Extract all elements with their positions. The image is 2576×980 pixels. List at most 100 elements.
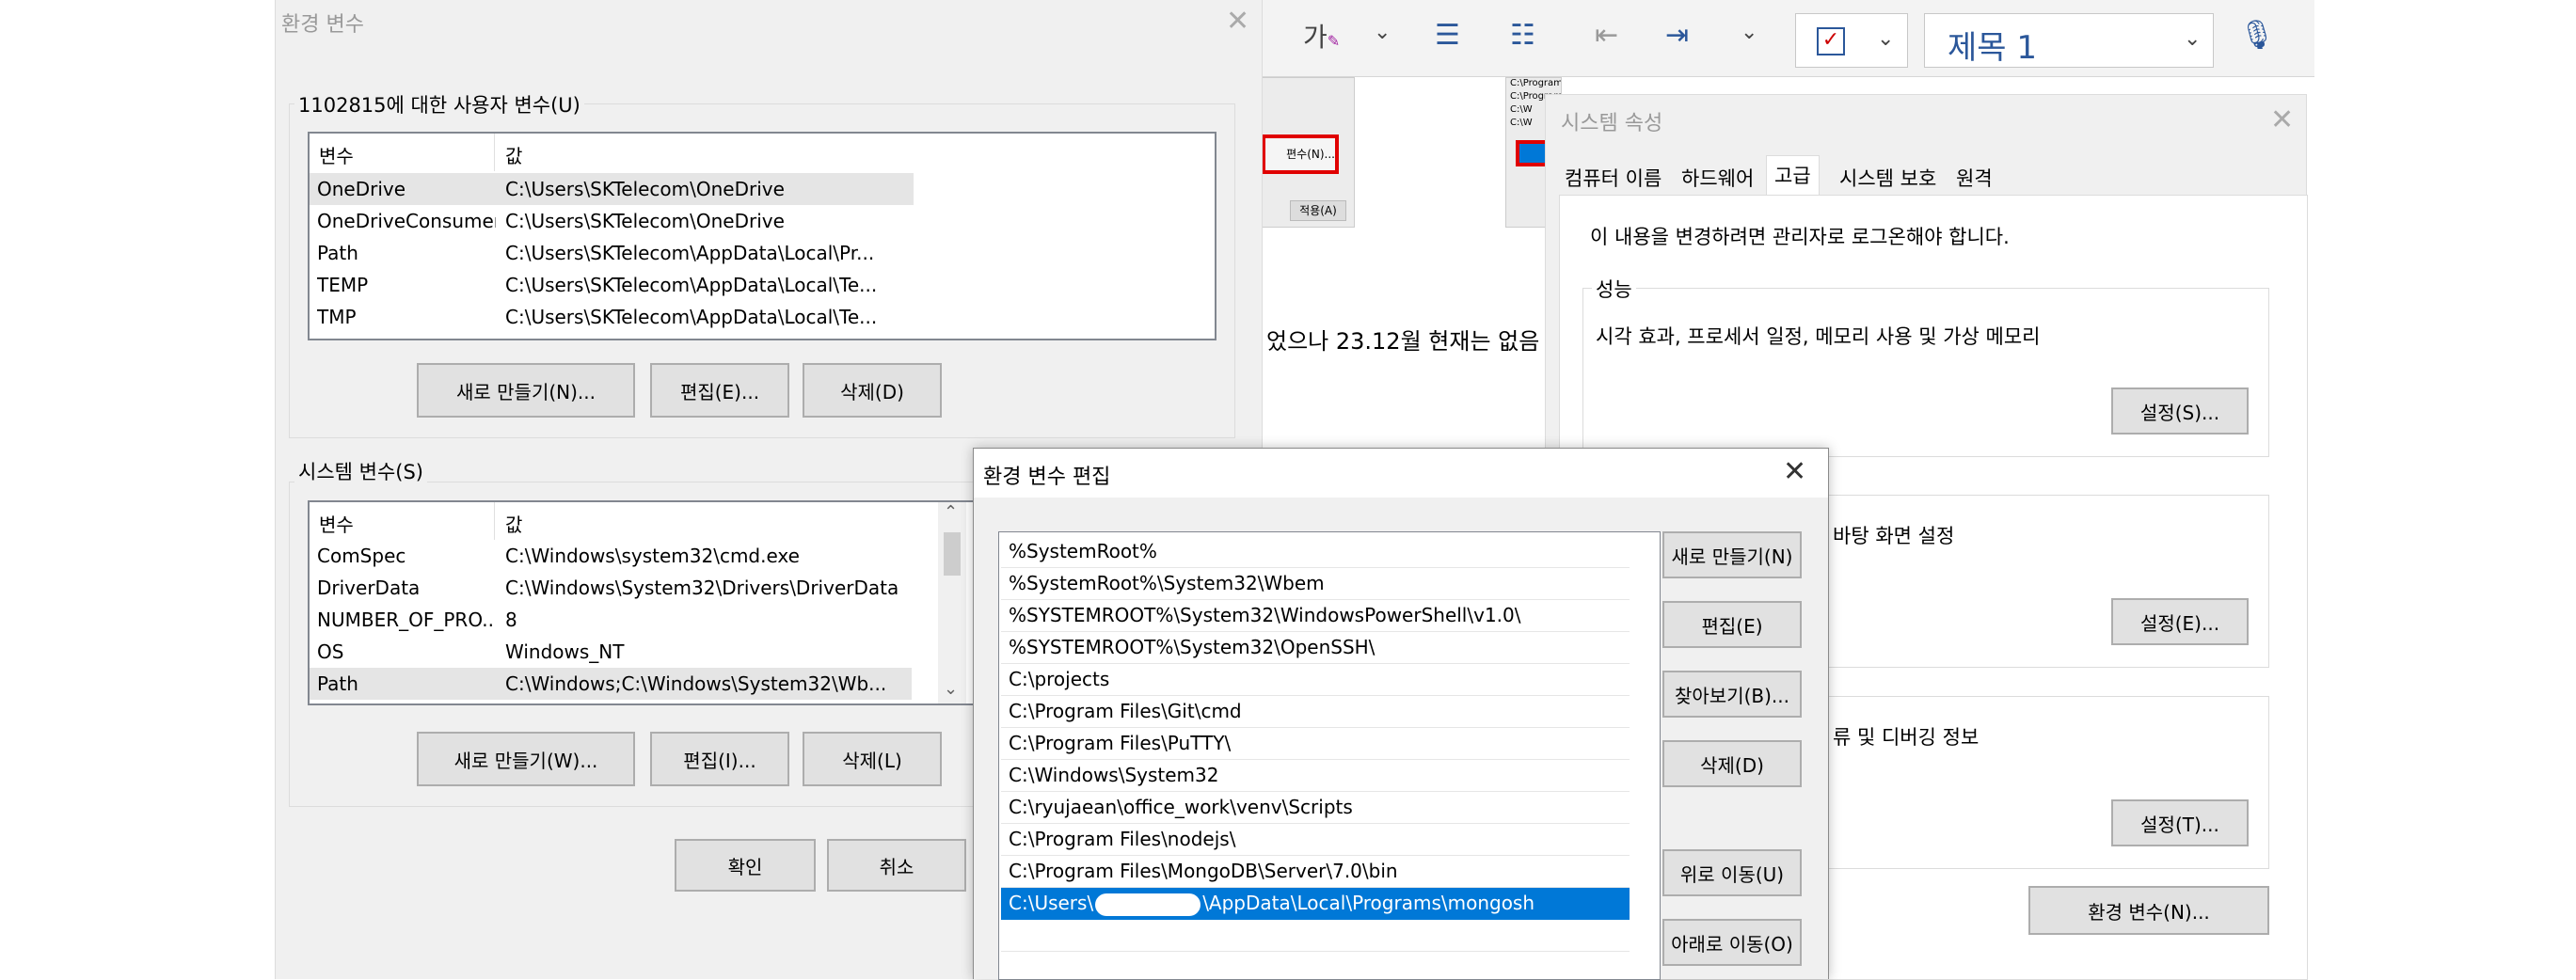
var-name: DriverData — [317, 577, 421, 599]
button-label: 편집(E) — [1701, 614, 1763, 638]
list-item-selected[interactable]: C:\Users\ \AppData\Local\Programs\mongosh — [1001, 888, 1630, 920]
edit-path-button[interactable]: 편집(E) — [1662, 601, 1802, 648]
list-item[interactable] — [1001, 952, 1630, 979]
chevron-down-icon: ⌄ — [1877, 27, 1895, 51]
list-item[interactable]: C:\Program Files\PuTTY\ — [1001, 728, 1630, 760]
button-label: 찾아보기(B)... — [1675, 684, 1789, 707]
path-text: %SystemRoot% — [1009, 540, 1157, 562]
chevron-down-icon: ⌄ — [2184, 27, 2202, 51]
var-value: C:\Windows\System32\Drivers\DriverData — [505, 577, 899, 599]
chevron-down-icon[interactable]: ⌄ — [1741, 21, 1757, 44]
table-row[interactable]: OneDriveConsumer C:\Users\SKTelecom\OneD… — [310, 205, 1215, 237]
vertical-scrollbar[interactable]: ⌃ ⌄ — [938, 502, 966, 703]
system-new-button[interactable]: 새로 만들기(W)... — [417, 732, 635, 786]
var-name: TMP — [317, 306, 357, 328]
tab-remote[interactable]: 원격 — [1948, 159, 2000, 195]
doc-thumbnail-left: 편수(N)... 적용(A) — [1261, 77, 1355, 228]
close-icon[interactable]: ✕ — [2270, 106, 2294, 134]
button-label: 새로 만들기(N)... — [456, 380, 596, 403]
user-variables-list[interactable]: 변수 값 OneDrive C:\Users\SKTelecom\OneDriv… — [308, 132, 1216, 340]
path-list[interactable]: %SystemRoot% %SystemRoot%\System32\Wbem … — [998, 531, 1661, 980]
dialog-title: 시스템 속성 — [1561, 112, 1663, 135]
numbered-list-icon[interactable]: ☷ — [1510, 19, 1535, 52]
system-delete-button[interactable]: 삭제(L) — [803, 732, 942, 786]
startup-settings-button[interactable]: 설정(T)... — [2111, 799, 2249, 846]
scroll-up-icon[interactable]: ⌃ — [944, 502, 958, 522]
admin-note: 이 내용을 변경하려면 관리자로 로그온해야 합니다. — [1590, 226, 2010, 248]
table-row[interactable]: Path C:\Windows;C:\Windows\System32\Wb..… — [310, 668, 912, 700]
checkbox-style-box[interactable]: ✓ ⌄ — [1795, 13, 1908, 68]
button-label: 설정(S)... — [2139, 401, 2220, 424]
path-text: C:\projects — [1009, 668, 1110, 690]
column-header-value[interactable]: 값 — [505, 141, 522, 168]
thumb-btn2-text: 적용(A) — [1299, 204, 1337, 217]
button-label: 설정(T)... — [2140, 813, 2219, 836]
var-value: C:\Users\SKTelecom\OneDrive — [505, 210, 785, 232]
path-text: C:\Windows\System32 — [1009, 764, 1219, 786]
profile-settings-button[interactable]: 설정(E)... — [2111, 598, 2249, 645]
list-item[interactable] — [1001, 920, 1630, 952]
close-icon[interactable]: ✕ — [1226, 8, 1249, 36]
var-name: OneDrive — [317, 178, 406, 200]
table-row[interactable]: OneDrive C:\Users\SKTelecom\OneDrive — [310, 173, 914, 205]
microphone-icon[interactable]: 🎙 — [2239, 19, 2275, 52]
increase-indent-icon[interactable]: ⇥ — [1665, 19, 1689, 52]
list-item[interactable]: C:\Windows\System32 — [1001, 760, 1630, 792]
table-row[interactable]: TMP C:\Users\SKTelecom\AppData\Local\Te.… — [310, 301, 1215, 333]
browse-path-button[interactable]: 찾아보기(B)... — [1662, 671, 1802, 718]
edit-environment-variable-dialog: 환경 변수 편집 ✕ %SystemRoot% %SystemRoot%\Sys… — [973, 448, 1829, 980]
list-item[interactable]: %SystemRoot% — [1001, 536, 1630, 568]
style-selector[interactable]: 제목 1 ⌄ — [1924, 13, 2214, 68]
column-header-variable[interactable]: 변수 — [319, 141, 354, 168]
bullet-list-icon[interactable]: ☰ — [1435, 19, 1460, 52]
close-icon[interactable]: ✕ — [1783, 458, 1806, 486]
button-label: 편집(I)... — [683, 749, 756, 772]
redacted-username — [1095, 893, 1201, 916]
word-ribbon: 가✎ ⌄ ☰ ☷ ⇤ ⇥ ⌄ ✓ ⌄ 제목 1 ⌄ 🎙 — [1261, 0, 2314, 77]
list-item[interactable]: %SYSTEMROOT%\System32\OpenSSH\ — [1001, 632, 1630, 664]
tab-label: 시스템 보호 — [1839, 167, 1937, 190]
profile-desc: 바탕 화면 설정 — [1833, 525, 1955, 547]
user-delete-button[interactable]: 삭제(D) — [803, 363, 942, 418]
user-new-button[interactable]: 새로 만들기(N)... — [417, 363, 635, 418]
character-shading-icon[interactable]: 가✎ — [1303, 17, 1340, 55]
ok-button[interactable]: 확인 — [675, 839, 816, 892]
scroll-down-icon[interactable]: ⌄ — [944, 679, 958, 699]
list-item[interactable]: C:\projects — [1001, 664, 1630, 696]
list-item[interactable]: C:\ryujaean\office_work\venv\Scripts — [1001, 792, 1630, 824]
performance-settings-button[interactable]: 설정(S)... — [2111, 387, 2249, 435]
scrollbar-thumb[interactable] — [944, 532, 961, 576]
move-up-button[interactable]: 위로 이동(U) — [1662, 849, 1802, 896]
list-item[interactable]: %SYSTEMROOT%\System32\WindowsPowerShell\… — [1001, 600, 1630, 632]
path-text: %SYSTEMROOT%\System32\WindowsPowerShell\… — [1009, 604, 1521, 626]
column-header-value[interactable]: 값 — [505, 510, 522, 537]
thumb-btn-text: 편수(N)... — [1286, 148, 1335, 161]
list-item[interactable]: C:\Program Files\nodejs\ — [1001, 824, 1630, 856]
system-edit-button[interactable]: 편집(I)... — [650, 732, 789, 786]
tab-computer-name[interactable]: 컴퓨터 이름 — [1557, 159, 1669, 195]
list-item[interactable]: %SystemRoot%\System32\Wbem — [1001, 568, 1630, 600]
tab-advanced[interactable]: 고급 — [1766, 155, 1820, 197]
delete-path-button[interactable]: 삭제(D) — [1662, 740, 1802, 787]
tab-hardware[interactable]: 하드웨어 — [1674, 159, 1761, 195]
user-edit-button[interactable]: 편집(E)... — [650, 363, 789, 418]
var-value: C:\Windows;C:\Windows\System32\Wb... — [505, 672, 887, 695]
list-item[interactable]: C:\Program Files\MongoDB\Server\7.0\bin — [1001, 856, 1630, 888]
thumb-line: C:\Program Files\Git\cmd — [1510, 78, 1562, 88]
table-row[interactable]: TEMP C:\Users\SKTelecom\AppData\Local\Te… — [310, 269, 1215, 301]
column-header-variable[interactable]: 변수 — [319, 510, 354, 537]
table-row[interactable]: Path C:\Users\SKTelecom\AppData\Local\Pr… — [310, 237, 1215, 269]
path-text: C:\Program Files\MongoDB\Server\7.0\bin — [1009, 860, 1398, 882]
tab-system-protection[interactable]: 시스템 보호 — [1832, 159, 1944, 195]
button-label: 취소 — [879, 855, 914, 878]
list-header: 변수 값 — [310, 134, 1215, 171]
environment-variables-button[interactable]: 환경 변수(N)... — [2028, 886, 2269, 935]
list-item[interactable]: C:\Program Files\Git\cmd — [1001, 696, 1630, 728]
move-down-button[interactable]: 아래로 이동(O) — [1662, 919, 1802, 966]
chevron-down-icon[interactable]: ⌄ — [1374, 21, 1391, 44]
system-variables-label: 시스템 변수(S) — [294, 457, 427, 485]
new-path-button[interactable]: 새로 만들기(N) — [1662, 531, 1802, 578]
decrease-indent-icon[interactable]: ⇤ — [1595, 19, 1618, 52]
cancel-button[interactable]: 취소 — [827, 839, 966, 892]
var-value: C:\Windows\system32\cmd.exe — [505, 545, 800, 567]
